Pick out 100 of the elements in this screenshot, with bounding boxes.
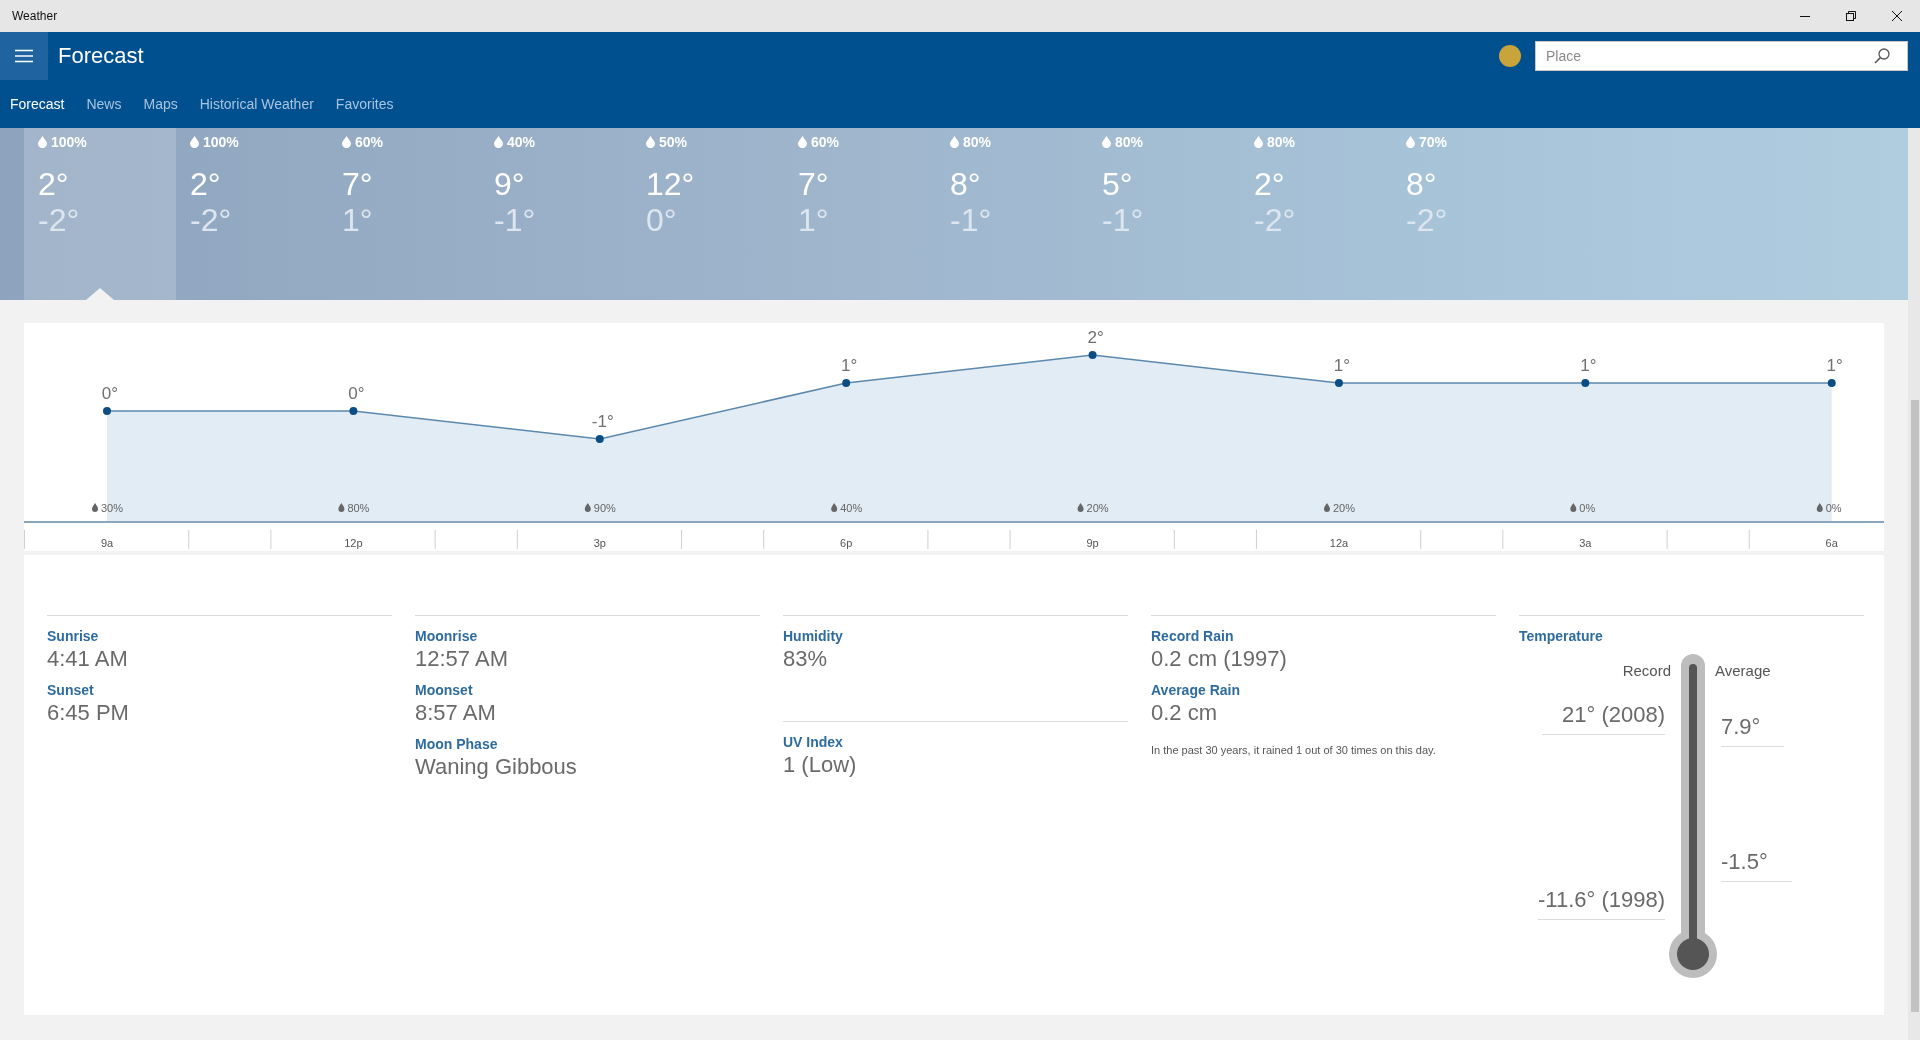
precipitation-chance: 100% bbox=[51, 134, 87, 150]
day-forecast[interactable]: 80% 5° -1° bbox=[1088, 128, 1240, 300]
page-title: Forecast bbox=[58, 43, 145, 69]
detail-label: UV Index bbox=[783, 734, 844, 750]
rain-note: In the past 30 years, it rained 1 out of 30 times on this day. bbox=[1151, 744, 1437, 756]
close-icon[interactable] bbox=[1892, 11, 1902, 21]
high-temperature: 8° bbox=[950, 166, 982, 202]
detail-value: 12:57 AM bbox=[415, 646, 509, 672]
day-forecast[interactable]: 80% 8° -1° bbox=[936, 128, 1088, 300]
precipitation-label: 0% bbox=[1825, 502, 1842, 514]
high-temperature: 9° bbox=[494, 166, 526, 202]
drop-icon bbox=[190, 136, 199, 148]
average-high: 7.9° bbox=[1721, 714, 1785, 747]
precipitation-chance: 40% bbox=[507, 134, 536, 150]
detail-value: 4:41 AM bbox=[47, 646, 129, 672]
day-forecast[interactable]: 100% 2° -2° bbox=[24, 128, 176, 300]
high-temperature: 2° bbox=[38, 166, 70, 202]
hour-label: 3a bbox=[1579, 537, 1592, 549]
high-temperature: 7° bbox=[798, 166, 830, 202]
drop-icon bbox=[1102, 136, 1111, 148]
day-forecast[interactable]: 50% 12° 0° bbox=[632, 128, 784, 300]
temperature-label: 1° bbox=[1826, 356, 1843, 375]
precipitation-label: 0% bbox=[1579, 502, 1596, 514]
precipitation-chance: 60% bbox=[355, 134, 384, 150]
high-temperature: 2° bbox=[1254, 166, 1286, 202]
precipitation-chance: 60% bbox=[811, 134, 840, 150]
hour-label: 12a bbox=[1329, 537, 1349, 549]
nav-tab[interactable]: Forecast bbox=[10, 96, 65, 112]
restore-icon[interactable] bbox=[1846, 11, 1856, 21]
low-temperature: -1° bbox=[1102, 202, 1145, 238]
record-low: -11.6° (1998) bbox=[1538, 887, 1665, 920]
hour-label: 12p bbox=[344, 537, 363, 549]
detail-value: Waning Gibbous bbox=[415, 754, 578, 780]
detail-value: 6:45 PM bbox=[47, 700, 130, 726]
nav-tab[interactable]: Maps bbox=[143, 96, 178, 112]
menu-icon[interactable] bbox=[15, 49, 33, 63]
data-point bbox=[103, 407, 111, 415]
avatar[interactable] bbox=[1499, 45, 1521, 67]
drop-icon bbox=[584, 503, 591, 512]
detail-label: Sunrise bbox=[47, 628, 100, 644]
precipitation-label: 30% bbox=[101, 502, 124, 514]
detail-label: Humidity bbox=[783, 628, 844, 644]
menu-button[interactable] bbox=[0, 32, 48, 80]
drop-icon bbox=[338, 503, 345, 512]
precipitation-label: 90% bbox=[593, 502, 616, 514]
day-forecast[interactable]: 40% 9° -1° bbox=[480, 128, 632, 300]
low-temperature: -1° bbox=[950, 202, 993, 238]
drop-icon bbox=[494, 136, 503, 148]
drop-icon bbox=[1570, 503, 1577, 512]
search-field[interactable]: Place bbox=[1535, 41, 1908, 71]
temperature-label: 0° bbox=[348, 384, 365, 403]
high-temperature: 7° bbox=[342, 166, 374, 202]
low-temperature: -1° bbox=[494, 202, 537, 238]
detail-label: Moonset bbox=[415, 682, 474, 698]
precipitation-chance: 70% bbox=[1419, 134, 1448, 150]
precipitation-chance: 80% bbox=[963, 134, 992, 150]
detail-label: Moon Phase bbox=[415, 736, 499, 752]
selection-pointer bbox=[86, 288, 114, 300]
precipitation-chance: 80% bbox=[1267, 134, 1296, 150]
temperature-label: 1° bbox=[1333, 356, 1351, 375]
high-temperature: 2° bbox=[190, 166, 222, 202]
day-forecast[interactable]: 80% 2° -2° bbox=[1240, 128, 1392, 300]
average-label: Average bbox=[1715, 662, 1771, 679]
drop-icon bbox=[798, 136, 807, 148]
high-temperature: 12° bbox=[646, 166, 696, 202]
precipitation-label: 40% bbox=[840, 502, 863, 514]
nav-tab[interactable]: News bbox=[86, 96, 122, 112]
drop-icon bbox=[950, 136, 959, 148]
temperature-label: 0° bbox=[101, 384, 119, 403]
low-temperature: 1° bbox=[798, 202, 830, 238]
day-forecast[interactable]: 60% 7° 1° bbox=[784, 128, 936, 300]
drop-icon bbox=[92, 503, 98, 512]
day-forecast[interactable]: 100% 2° -2° bbox=[176, 128, 328, 300]
low-temperature: -2° bbox=[38, 202, 81, 238]
detail-value: 0.2 cm (1997) bbox=[1151, 646, 1288, 672]
nav-tab[interactable]: Favorites bbox=[335, 96, 394, 112]
precipitation-chance: 80% bbox=[1115, 134, 1144, 150]
day-forecast[interactable]: 60% 7° 1° bbox=[328, 128, 480, 300]
detail-label: Sunset bbox=[47, 682, 95, 698]
detail-label: Average Rain bbox=[1151, 682, 1241, 698]
scrollbar-thumb[interactable] bbox=[1911, 400, 1919, 1012]
detail-label: Moonrise bbox=[415, 628, 479, 644]
precipitation-label: 20% bbox=[1332, 502, 1355, 514]
search-icon[interactable] bbox=[1874, 48, 1890, 64]
drop-icon bbox=[38, 136, 47, 148]
temperature-label: 1° bbox=[1580, 356, 1597, 375]
window-title: Weather bbox=[12, 9, 58, 23]
detail-value: 8:57 AM bbox=[415, 700, 497, 726]
detail-value: 1 (Low) bbox=[783, 752, 858, 778]
low-temperature: -2° bbox=[190, 202, 233, 238]
data-point bbox=[1581, 379, 1590, 387]
scrollbar[interactable] bbox=[1908, 128, 1920, 1040]
drop-icon bbox=[1323, 503, 1330, 512]
temperature-label: -1° bbox=[591, 412, 614, 431]
nav-tab[interactable]: Historical Weather bbox=[199, 96, 314, 112]
hour-label: 3p bbox=[593, 537, 606, 549]
hour-label: 6a bbox=[1825, 537, 1838, 549]
record-high: 21° (2008) bbox=[1542, 702, 1665, 735]
detail-value: 83% bbox=[783, 646, 829, 672]
drop-icon bbox=[1077, 503, 1084, 512]
